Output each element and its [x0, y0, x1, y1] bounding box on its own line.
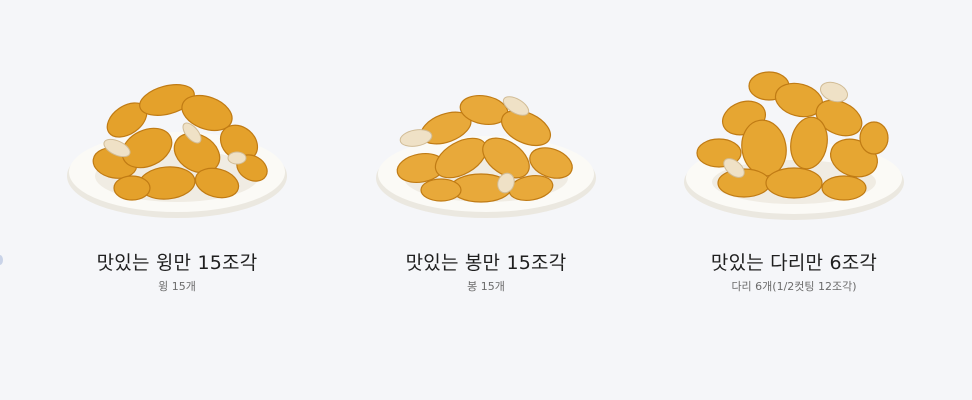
product-name[interactable]: 맛있는 다리만 6조각	[664, 251, 924, 275]
chicken-drumsticks-plate-icon	[684, 71, 904, 220]
product-description: 윙 15개	[158, 280, 196, 293]
product-name[interactable]: 맛있는 윙만 15조각	[47, 251, 307, 275]
product-image	[366, 58, 606, 228]
product-description: 봉 15개	[467, 280, 505, 293]
product-card-wings[interactable]: 맛있는 윙만 15조각 윙 15개	[47, 58, 307, 318]
product-card-drumsticks[interactable]: 맛있는 다리만 6조각 다리 6개(1/2컷팅 12조각)	[664, 58, 924, 318]
carousel-edge-indicator	[0, 255, 3, 265]
product-description: 다리 6개(1/2컷팅 12조각)	[731, 280, 857, 293]
chicken-wings-plate-icon	[67, 84, 287, 218]
product-list-section: 맛있는 윙만 15조각 윙 15개 맛있는 봉만 15조각 봉 15개 맛있는 …	[0, 0, 972, 400]
product-image	[57, 58, 297, 228]
product-image	[674, 58, 914, 228]
product-card-drumettes[interactable]: 맛있는 봉만 15조각 봉 15개	[356, 58, 616, 318]
chicken-drumettes-plate-icon	[376, 94, 596, 218]
product-name[interactable]: 맛있는 봉만 15조각	[356, 251, 616, 275]
